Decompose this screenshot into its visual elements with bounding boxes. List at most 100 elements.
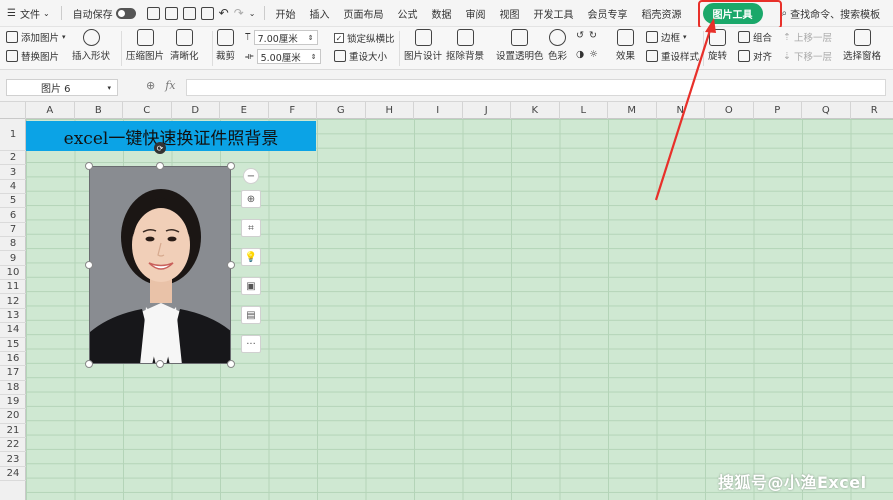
tab-member[interactable]: 会员专享: [581, 0, 635, 27]
title-cell[interactable]: excel一键快速换证件照背景: [26, 121, 316, 151]
reset-style-button[interactable]: 重设样式: [646, 49, 699, 63]
formula-input[interactable]: [186, 79, 886, 96]
autosave-toggle[interactable]: 自动保存: [66, 0, 143, 27]
insert-shape-button[interactable]: 插入形状: [72, 29, 110, 62]
row-header[interactable]: 5: [0, 194, 26, 209]
brightness-icon[interactable]: ☼: [589, 49, 598, 60]
align-button[interactable]: 对齐: [738, 49, 772, 63]
tab-data[interactable]: 数据: [425, 0, 459, 27]
column-header[interactable]: A: [26, 102, 75, 119]
column-header[interactable]: L: [560, 102, 608, 119]
resize-handle[interactable]: [227, 162, 235, 170]
fx-icon[interactable]: fx: [165, 79, 175, 92]
chevron-down-icon[interactable]: ⌄: [249, 9, 256, 18]
row-header[interactable]: 15: [0, 338, 26, 352]
row-header[interactable]: 21: [0, 424, 26, 438]
remove-background-button[interactable]: 抠除背景: [446, 29, 484, 62]
export-icon[interactable]: [164, 6, 178, 20]
resize-handle[interactable]: [156, 162, 164, 170]
more-icon[interactable]: ···: [241, 335, 261, 353]
collapse-icon[interactable]: −: [243, 168, 259, 184]
move-down-button[interactable]: ⇣ 下移一层: [783, 49, 832, 64]
resize-handle[interactable]: [156, 360, 164, 368]
row-header[interactable]: 8: [0, 237, 26, 252]
column-header[interactable]: F: [269, 102, 317, 119]
add-picture-button[interactable]: 添加图片 ▾: [6, 30, 66, 44]
column-header[interactable]: N: [657, 102, 705, 119]
column-header[interactable]: Q: [802, 102, 851, 119]
lock-ratio-checkbox[interactable]: ✓ 锁定纵横比: [334, 31, 395, 45]
contrast-icon[interactable]: ◑: [576, 49, 584, 60]
id-photo[interactable]: [89, 166, 231, 364]
column-header[interactable]: E: [220, 102, 269, 119]
row-header[interactable]: 14: [0, 323, 26, 338]
column-header[interactable]: B: [75, 102, 123, 119]
clarity-button[interactable]: 清晰化: [170, 29, 199, 62]
border-button[interactable]: 边框 ▾: [646, 30, 687, 44]
picture-translate-icon[interactable]: ▤: [241, 306, 261, 324]
row-header[interactable]: 16: [0, 352, 26, 367]
crop-button[interactable]: 裁剪: [216, 29, 235, 62]
tab-home[interactable]: 开始: [269, 0, 303, 27]
picture-design-button[interactable]: 图片设计: [404, 29, 442, 62]
redo-icon[interactable]: ↷: [234, 6, 244, 20]
tab-insert[interactable]: 插入: [303, 0, 337, 27]
effects-button[interactable]: 效果: [616, 29, 635, 62]
toggle-switch-icon[interactable]: [115, 7, 136, 19]
file-menu[interactable]: ☰ 文件 ⌄: [0, 0, 57, 27]
column-header[interactable]: I: [414, 102, 463, 119]
rotate-right-icon[interactable]: ↻: [589, 30, 597, 41]
reset-size-button[interactable]: 重设大小: [334, 49, 387, 63]
resize-handle[interactable]: [227, 360, 235, 368]
row-header[interactable]: 2: [0, 151, 26, 166]
checkmark-icon[interactable]: ✓: [334, 33, 344, 43]
row-header[interactable]: 11: [0, 280, 26, 295]
column-header[interactable]: M: [608, 102, 657, 119]
column-header[interactable]: P: [754, 102, 802, 119]
row-header[interactable]: 12: [0, 295, 26, 309]
command-search[interactable]: ⌕ 查找命令、搜索模板: [775, 0, 888, 27]
width-field[interactable]: ⟛ 5.00厘米 ⇕: [245, 49, 321, 64]
row-header[interactable]: 20: [0, 409, 26, 424]
save-icon[interactable]: [146, 6, 160, 20]
color-button[interactable]: 色彩: [548, 29, 567, 62]
column-header[interactable]: O: [705, 102, 754, 119]
compress-picture-button[interactable]: 压缩图片: [126, 29, 164, 62]
row-header[interactable]: 4: [0, 180, 26, 195]
resize-handle[interactable]: [85, 360, 93, 368]
move-up-button[interactable]: ⇡ 上移一层: [783, 30, 832, 45]
row-header[interactable]: 22: [0, 438, 26, 453]
preview-icon[interactable]: [200, 6, 214, 20]
rotate-handle-icon[interactable]: ⟳: [154, 142, 166, 154]
row-header[interactable]: 1: [0, 119, 26, 151]
column-header[interactable]: G: [317, 102, 366, 119]
column-header[interactable]: D: [172, 102, 220, 119]
selection-pane-button[interactable]: 选择窗格: [843, 29, 881, 62]
group-button[interactable]: 组合: [738, 30, 772, 44]
rotate-left-icon[interactable]: ↺: [576, 30, 584, 41]
tab-developer[interactable]: 开发工具: [527, 0, 581, 27]
row-header[interactable]: 18: [0, 381, 26, 395]
row-header[interactable]: 23: [0, 452, 26, 467]
column-header[interactable]: R: [851, 102, 893, 119]
row-header[interactable]: 6: [0, 208, 26, 223]
print-icon[interactable]: [182, 6, 196, 20]
resize-handle[interactable]: [85, 261, 93, 269]
crop-icon[interactable]: ⌗: [241, 219, 261, 237]
tab-review[interactable]: 审阅: [459, 0, 493, 27]
row-header[interactable]: 10: [0, 266, 26, 281]
replace-picture-button[interactable]: 替换图片: [6, 49, 59, 63]
zoom-in-icon[interactable]: ⊕: [241, 190, 261, 208]
row-header[interactable]: 19: [0, 395, 26, 410]
column-header[interactable]: J: [463, 102, 511, 119]
column-header[interactable]: H: [366, 102, 414, 119]
tab-page-layout[interactable]: 页面布局: [337, 0, 391, 27]
tab-docer[interactable]: 稻壳资源: [635, 0, 689, 27]
tab-view[interactable]: 视图: [493, 0, 527, 27]
set-transparent-button[interactable]: 设置透明色: [496, 29, 544, 62]
row-header[interactable]: 7: [0, 223, 26, 238]
row-header[interactable]: 24: [0, 467, 26, 482]
idea-icon[interactable]: 💡: [241, 248, 261, 266]
row-header[interactable]: 13: [0, 309, 26, 324]
row-header[interactable]: 9: [0, 251, 26, 266]
